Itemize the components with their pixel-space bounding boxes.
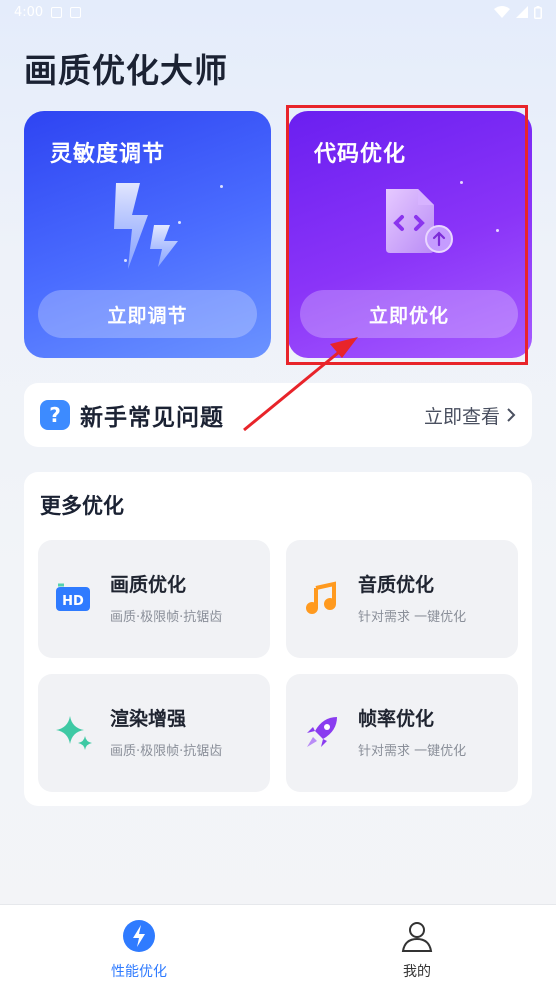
app-notification-icon bbox=[70, 6, 82, 18]
nav-mine[interactable]: 我的 bbox=[357, 919, 477, 981]
nav-label-mine: 我的 bbox=[403, 964, 431, 980]
status-bar: 4:00 bbox=[0, 0, 556, 24]
code-optimize-card-title: 代码优化 bbox=[314, 142, 407, 167]
user-icon bbox=[401, 922, 433, 952]
signal-icon bbox=[516, 6, 528, 18]
sparkle-icon bbox=[54, 712, 94, 752]
battery-icon bbox=[534, 5, 542, 19]
view-now-label: 立即查看 bbox=[423, 405, 500, 428]
rocket-icon bbox=[302, 712, 342, 752]
nav-label-performance: 性能优化 bbox=[111, 964, 167, 980]
sensitivity-card-title: 灵敏度调节 bbox=[50, 142, 166, 167]
bottom-nav: 性能优化 我的 bbox=[0, 904, 556, 988]
code-file-icon bbox=[386, 189, 453, 253]
tile-name: 渲染增强 bbox=[110, 708, 187, 730]
tile-audio-quality[interactable]: 音质优化 针对需求 一键优化 bbox=[286, 540, 518, 658]
question-icon: ? bbox=[40, 400, 70, 430]
hd-icon: HD bbox=[54, 578, 94, 618]
more-optimizations-section: 更多优化 HD 画质优化 画质·极限帧·抗锯齿 音质优化 针对需求 一键优化 渲… bbox=[24, 472, 532, 806]
wifi-icon bbox=[494, 6, 510, 18]
faq-title: 新手常见问题 bbox=[80, 405, 224, 431]
tile-name: 画质优化 bbox=[110, 574, 187, 596]
tile-name: 音质优化 bbox=[358, 574, 435, 596]
tile-frame-rate[interactable]: 帧率优化 针对需求 一键优化 bbox=[286, 674, 518, 792]
section-title: 更多优化 bbox=[40, 494, 124, 518]
adjust-now-button[interactable]: 立即调节 bbox=[38, 290, 257, 338]
svg-text:HD: HD bbox=[62, 594, 84, 609]
app-title: 画质优化大师 bbox=[24, 51, 228, 90]
tile-name: 帧率优化 bbox=[358, 708, 435, 730]
tile-subtitle: 针对需求 一键优化 bbox=[358, 610, 467, 625]
lightning-icon bbox=[123, 920, 155, 952]
sparkle-dot bbox=[496, 229, 499, 232]
view-now-link[interactable]: 立即查看 bbox=[424, 402, 516, 429]
gallery-notification-icon bbox=[51, 6, 63, 18]
sensitivity-card[interactable]: 灵敏度调节 立即调节 bbox=[24, 111, 271, 358]
music-note-icon bbox=[302, 578, 342, 618]
sparkle-dot bbox=[460, 181, 463, 184]
tile-subtitle: 针对需求 一键优化 bbox=[358, 744, 467, 759]
faq-row[interactable]: ? 新手常见问题 立即查看 bbox=[24, 383, 532, 447]
tile-image-quality[interactable]: HD 画质优化 画质·极限帧·抗锯齿 bbox=[38, 540, 270, 658]
lightning-illustration-icon bbox=[114, 183, 178, 269]
tile-subtitle: 画质·极限帧·抗锯齿 bbox=[110, 610, 223, 625]
nav-performance[interactable]: 性能优化 bbox=[79, 919, 199, 981]
status-time: 4:00 bbox=[14, 4, 44, 20]
chevron-right-icon bbox=[507, 408, 516, 422]
tile-subtitle: 画质·极限帧·抗锯齿 bbox=[110, 744, 223, 759]
code-optimize-card[interactable]: 代码优化 立即优化 bbox=[288, 111, 532, 358]
tile-render-boost[interactable]: 渲染增强 画质·极限帧·抗锯齿 bbox=[38, 674, 270, 792]
optimize-now-button[interactable]: 立即优化 bbox=[300, 290, 518, 338]
sparkle-dot bbox=[220, 185, 223, 188]
